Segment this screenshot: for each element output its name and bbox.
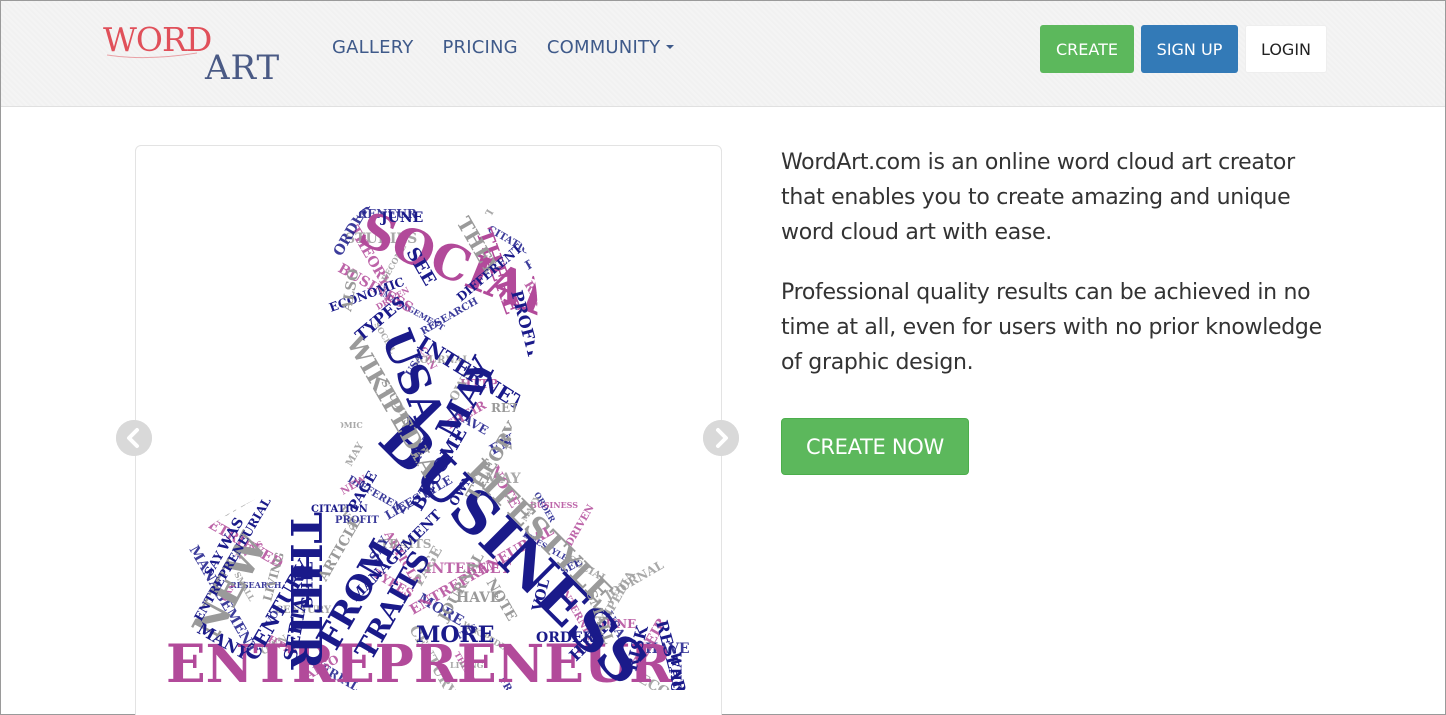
filler-word: THERE [251, 362, 293, 419]
cloud-word: MORE [416, 622, 495, 648]
word-cloud-svg: ENTREPRENEUR BUSINESS SOCIAL USA THEIR MAY LIF… [159, 182, 697, 690]
filler-word: WHO [494, 195, 525, 206]
filler-word: THEORY [666, 426, 696, 484]
filler-word: WIKIPEDIA [265, 382, 326, 471]
filler-word: DIFFERENT [672, 240, 696, 292]
intro-paragraph-1: WordArt.com is an online word cloud art … [781, 150, 1295, 245]
cloud-word: PROFIT [507, 288, 543, 361]
cloud-word: CITATION [311, 504, 368, 515]
sign-up-button[interactable]: SIGN UP [1141, 25, 1238, 73]
nav-pricing-link[interactable]: PRICING [442, 37, 517, 58]
wordart-logo-mark: WORD ART [103, 20, 280, 85]
filler-word: SEE [226, 293, 252, 323]
filler-word: MAY [674, 213, 696, 232]
filler-word: FROM [299, 413, 322, 443]
filler-word: WHO [300, 449, 326, 470]
filler-word: THIS [265, 391, 305, 407]
login-button[interactable]: LOGIN [1245, 25, 1327, 73]
filler-word: THEY [484, 185, 510, 219]
intro-paragraph-2: Professional quality results can be achi… [781, 280, 1322, 375]
filler-word: MANY [196, 265, 224, 302]
cloud-word: JUNE [379, 210, 423, 226]
filler-word: NEW [670, 250, 693, 260]
nav-community-dropdown[interactable]: COMMUNITY [547, 37, 675, 58]
filler-word: VOL [593, 374, 615, 393]
cloud-word: WHO [667, 651, 683, 690]
word-cloud-image: ENTREPRENEUR BUSINESS SOCIAL USA THEIR MAY LIF… [156, 182, 696, 690]
filler-word: WAS [530, 246, 564, 274]
filler-word: SERIAL [636, 425, 667, 467]
filler-word: FROM [627, 182, 678, 208]
main-nav: GALLERY PRICING COMMUNITY [332, 37, 703, 58]
filler-word: THEY [681, 449, 696, 489]
filler-word: ALSO [634, 435, 666, 446]
caret-down-icon [666, 45, 675, 49]
filler-word: THERE [646, 394, 687, 424]
filler-word: NEW [526, 207, 555, 244]
nav-gallery-link[interactable]: GALLERY [332, 37, 413, 58]
filler-word: SAY [566, 303, 595, 338]
cloud-word: ORDER [536, 630, 595, 646]
filler-word: INTERNET [231, 326, 302, 375]
chevron-left-icon [116, 420, 152, 456]
cloud-word: THIS [297, 562, 316, 608]
logo-art-text: ART [204, 48, 280, 85]
header-actions: CREATE SIGN UP LOGIN [1040, 25, 1327, 73]
filler-word: ENTREPRENEURIAL [599, 277, 655, 363]
carousel-prev-button[interactable] [116, 420, 152, 456]
wordart-carousel: ENTREPRENEUR BUSINESS SOCIAL USA THEIR MAY LIF… [135, 145, 722, 715]
filler-word: SOCIAL [240, 297, 293, 311]
cloud-word: RETRIEVED [491, 401, 573, 415]
filler-word: MORE [610, 340, 639, 350]
filler-word: BUSINESS [199, 218, 257, 258]
create-button[interactable]: CREATE [1040, 25, 1134, 73]
nav-community-label: COMMUNITY [546, 37, 661, 58]
intro-section: WordArt.com is an online word cloud art … [781, 145, 1341, 405]
filler-word: PROFIT [191, 447, 236, 509]
filler-word: ARTICLE [184, 249, 220, 300]
filler-word: JUNE [265, 343, 311, 379]
filler-word: THEIR [312, 410, 336, 441]
filler-word: USA [275, 351, 313, 382]
create-now-button[interactable]: CREATE NOW [781, 418, 969, 475]
word-cloud-words: ENTREPRENEUR BUSINESS SOCIAL USA THEIR MAY LIF… [159, 182, 697, 690]
filler-word: STUDIES [671, 486, 697, 529]
chevron-right-icon [703, 420, 739, 456]
filler-word: TYPES [565, 311, 617, 327]
filler-word: NOTE [681, 209, 696, 231]
filler-word: TRAITS [567, 255, 627, 299]
filler-word: SMALL [551, 282, 593, 339]
filler-word: THEY [294, 450, 321, 471]
filler-word: TRAITS [186, 304, 229, 335]
filler-word: RISK [301, 199, 331, 237]
top-navbar: WORD ART GALLERY PRICING COMMUNITY CREAT… [1, 1, 1445, 107]
filler-word: ECONOMIC [310, 420, 363, 430]
filler-word: LIVING [639, 387, 681, 417]
filler-word: CENTURY [601, 369, 645, 400]
filler-word: CITATION [680, 457, 696, 471]
filler-word: PAGE [223, 322, 262, 353]
filler-word: LIFESTYLE [195, 275, 258, 286]
filler-word: ENTREPRENEUR [159, 182, 207, 203]
wordart-logo[interactable]: WORD ART [101, 19, 306, 85]
filler-word: MAY [344, 440, 367, 468]
filler-word: MORE [221, 359, 255, 403]
carousel-next-button[interactable] [703, 420, 739, 456]
